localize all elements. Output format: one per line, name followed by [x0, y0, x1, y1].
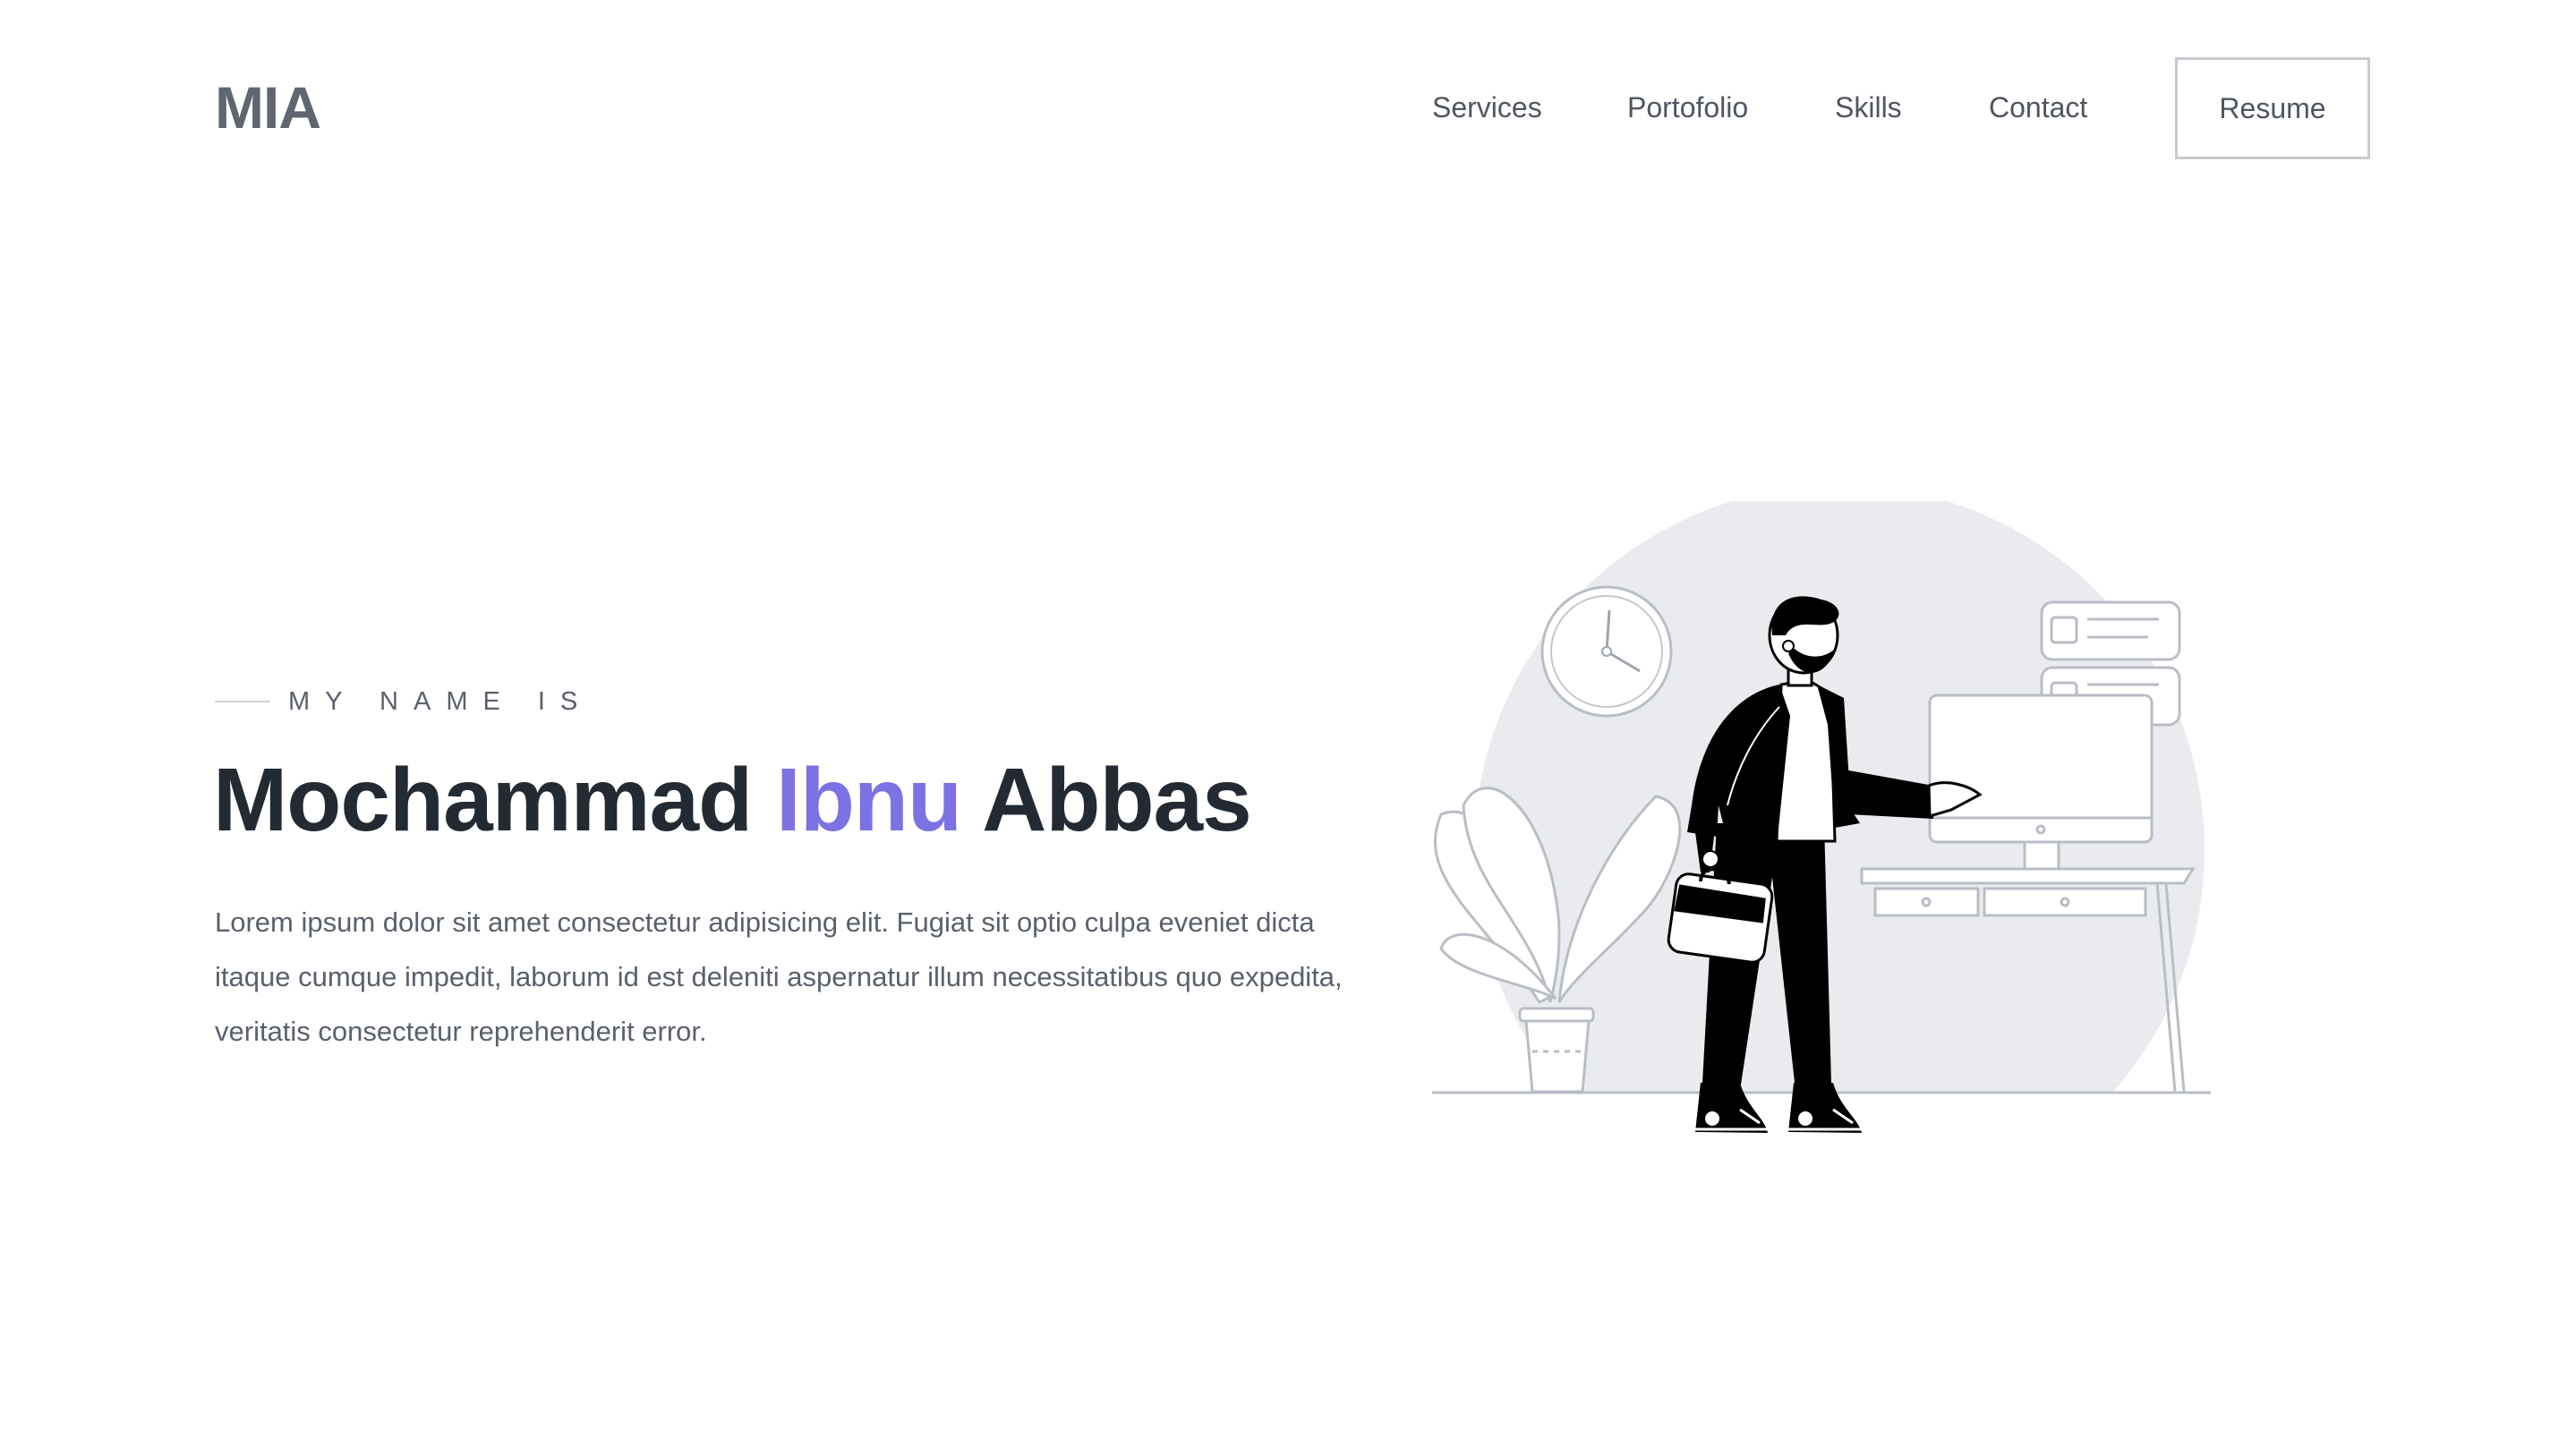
- hero-description: Lorem ipsum dolor sit amet consectetur a…: [215, 906, 1343, 1047]
- nav-link-skills[interactable]: Skills: [1835, 73, 1902, 141]
- hero-name-first: Mochammad: [213, 750, 753, 850]
- hero-name-middle: Ibnu: [776, 750, 962, 850]
- nav-link-portfolio[interactable]: Portofolio: [1627, 73, 1748, 141]
- eyebrow-divider: [215, 701, 270, 702]
- man-with-briefcase-illustration: [1432, 501, 2238, 1163]
- hero-name-last: Abbas: [982, 750, 1252, 850]
- landing-page: MIA Services Portofolio Skills Contact R…: [0, 0, 2576, 1455]
- nav-link-contact[interactable]: Contact: [1989, 73, 2087, 141]
- resume-button[interactable]: Resume: [2175, 57, 2370, 159]
- site-logo[interactable]: MIA: [215, 73, 321, 141]
- hero-eyebrow: MY NAME IS: [215, 684, 593, 719]
- eyebrow-text: MY NAME IS: [288, 686, 593, 716]
- monitor-icon: [1928, 693, 2154, 871]
- hero-title: Mochammad Ibnu Abbas: [213, 748, 1252, 852]
- nav-link-services[interactable]: Services: [1432, 73, 1542, 141]
- wall-clock-icon: [1540, 585, 1673, 718]
